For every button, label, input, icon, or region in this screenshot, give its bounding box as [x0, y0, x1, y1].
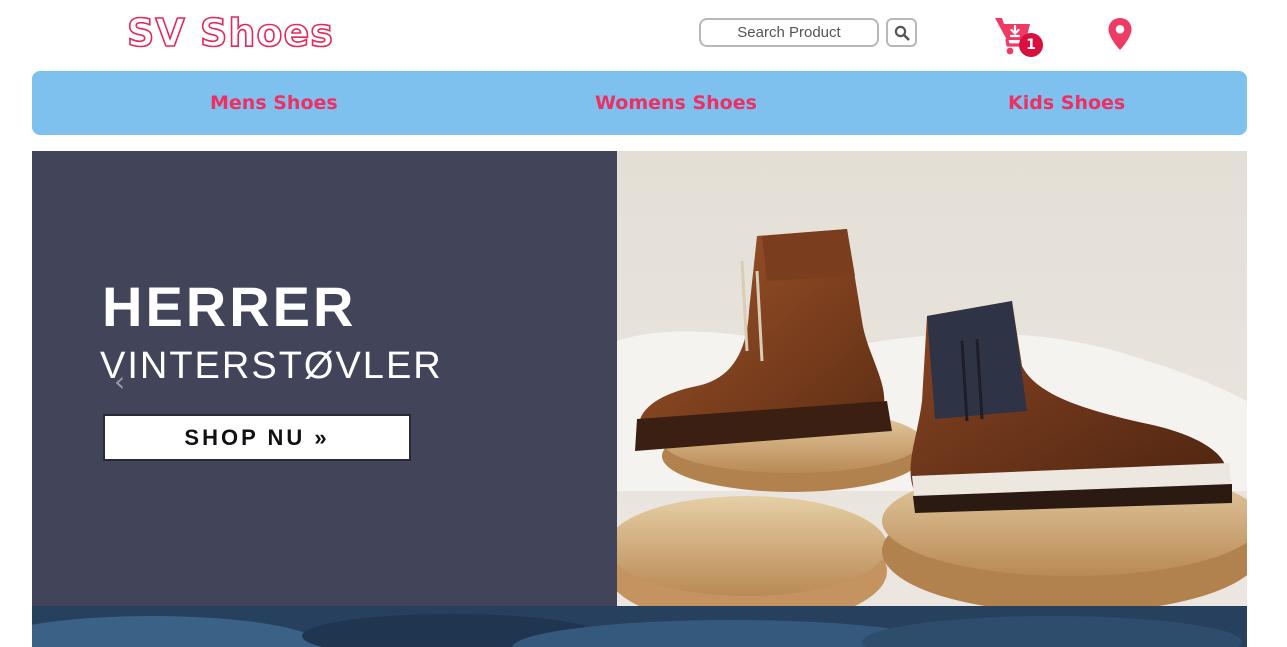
banner-headline: HERRER	[102, 275, 357, 338]
nav-kids-shoes[interactable]: Kids Shoes	[1008, 71, 1125, 135]
chevron-left-icon[interactable]: ‹	[114, 365, 125, 398]
map-pin-icon	[1108, 18, 1132, 50]
hero-carousel[interactable]: HERRER VINTERSTØVLER SHOP NU » ‹	[32, 151, 1247, 606]
shop-now-button[interactable]: SHOP NU »	[103, 414, 411, 461]
search-icon	[894, 25, 909, 40]
main-nav: Mens Shoes Womens Shoes Kids Shoes	[32, 71, 1247, 135]
next-banner-preview	[32, 606, 1247, 647]
store-locator-button[interactable]	[1107, 17, 1133, 55]
banner-subline: VINTERSTØVLER	[100, 345, 443, 387]
search-button[interactable]	[886, 18, 917, 47]
site-logo[interactable]: SV Shoes	[126, 8, 334, 58]
boots-photo	[617, 151, 1247, 606]
cart-count-badge: 1	[1019, 33, 1043, 57]
nav-womens-shoes[interactable]: Womens Shoes	[595, 71, 757, 135]
search-input[interactable]	[699, 18, 879, 47]
nav-mens-shoes[interactable]: Mens Shoes	[210, 71, 338, 135]
